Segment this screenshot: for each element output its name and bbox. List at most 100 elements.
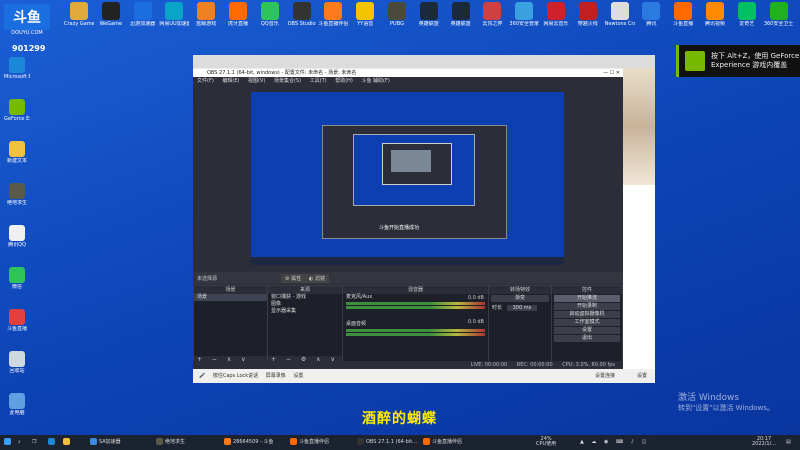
gamebar-settings-option[interactable]: 设置: [293, 373, 303, 379]
anime-image: [622, 68, 655, 185]
desktop-shortcut[interactable]: 英雄联盟: [446, 2, 476, 27]
menu-edit[interactable]: 编辑(E): [222, 78, 239, 84]
mixer-level: 0.0 dB: [467, 319, 484, 325]
source-item[interactable]: 图像: [268, 301, 342, 308]
menu-scene-collection[interactable]: 场景集合(S): [274, 78, 301, 84]
app-icon: [610, 2, 629, 20]
desktop: 斗鱼 DOUYU.COM 901299 Crazy Game WeGame 迅游加速…: [0, 0, 800, 435]
desktop-shortcut[interactable]: 新建文本: [4, 141, 30, 164]
desktop-shortcut[interactable]: YY语音: [350, 2, 380, 27]
explorer-taskbar-icon[interactable]: [63, 437, 72, 448]
obs-preview[interactable]: 斗鱼开始直播成功: [251, 92, 564, 265]
source-item[interactable]: 窗口捕获 - 游戏: [268, 294, 342, 301]
connect-settings[interactable]: 设置连接: [595, 369, 615, 383]
menu-douyu[interactable]: 斗鱼 辅助(F): [361, 78, 389, 84]
scenes-dock: 场景 场景 + − ∧ ∨: [193, 285, 268, 365]
start-recording-button[interactable]: 开始录制: [554, 303, 620, 310]
desktop-shortcut[interactable]: 虎牙直播: [223, 2, 253, 27]
nvidia-overlay-toast[interactable]: 按下 Alt+Z，使用 GeForce Experience 游戏内覆盖: [676, 45, 800, 77]
virtual-camera-button[interactable]: 启动虚拟摄像机: [554, 311, 620, 318]
screen-record-option[interactable]: 屏幕录像: [266, 373, 286, 379]
menu-file[interactable]: 文件(F): [197, 78, 214, 84]
desktop-shortcut[interactable]: WeGame: [96, 2, 126, 27]
desktop-shortcut[interactable]: 腾讯QQ: [4, 225, 30, 248]
filters-button[interactable]: ◐ 滤镜: [305, 274, 329, 283]
app-icon: [9, 351, 25, 367]
properties-button[interactable]: ⚙ 属性: [281, 274, 306, 283]
tray-icons[interactable]: ▲ ☁ ◉ ⌨ ♪ ◫: [580, 437, 649, 448]
desktop-shortcut[interactable]: 斗鱼直播: [4, 309, 30, 332]
desktop-shortcut[interactable]: 回收站: [4, 351, 30, 374]
menu-help[interactable]: 帮助(H): [335, 78, 353, 84]
obs-window[interactable]: OBS 27.1.1 (64-bit, windows) - 配置文件: 未命名…: [193, 69, 623, 369]
shortcut-label: QQ音乐: [260, 21, 279, 27]
desktop-shortcut[interactable]: 云顶之弈: [477, 2, 507, 27]
no-source-label: 未选择源: [197, 276, 218, 282]
obs-titlebar[interactable]: OBS 27.1.1 (64-bit, windows) - 配置文件: 未命名…: [193, 69, 623, 77]
desktop-shortcut[interactable]: Newtons Cradle: [605, 2, 635, 27]
scene-item[interactable]: 场景: [194, 294, 267, 301]
desktop-shortcut[interactable]: 迅游加速器: [128, 2, 158, 27]
duration-input[interactable]: 300 ms: [506, 305, 538, 311]
task-view-icon[interactable]: ❐: [32, 437, 36, 448]
desktop-shortcut[interactable]: Microsoft Edge: [4, 57, 30, 80]
exit-button[interactable]: 退出: [554, 335, 620, 342]
taskbar-item[interactable]: 28664509 - 斗鱼: [224, 437, 273, 448]
transitions-header: 转场特效: [489, 286, 551, 294]
desktop-shortcut[interactable]: 英雄联盟: [414, 2, 444, 27]
voice-icon[interactable]: 🎤: [199, 373, 205, 379]
clock[interactable]: 20:17 2022/1/...: [752, 437, 776, 448]
settings-button[interactable]: 设置: [554, 327, 620, 334]
desktop-shortcut[interactable]: 斗鱼直播伴侣: [318, 2, 348, 27]
menu-tools[interactable]: 工具(T): [310, 78, 327, 84]
browser-tab-strip[interactable]: [193, 55, 655, 68]
desktop-shortcut[interactable]: 此电脑: [4, 393, 30, 416]
edge-taskbar-icon[interactable]: [48, 437, 57, 448]
game-voice-bar: 🎤 按住Caps Lock说话 屏幕录像 设置 设置连接 设置: [193, 369, 655, 383]
transition-select[interactable]: 渐变: [491, 295, 549, 302]
desktop-shortcut[interactable]: 腾讯视频: [700, 2, 730, 27]
desktop-shortcut[interactable]: Crazy Game: [64, 2, 94, 27]
source-item[interactable]: 显示器采集: [268, 308, 342, 315]
taskbar-item[interactable]: SA加速器: [90, 437, 121, 448]
taskbar-item[interactable]: 斗鱼直播伴侣: [423, 437, 462, 448]
desktop-shortcut[interactable]: 爱奇艺: [732, 2, 762, 27]
app-icon: [9, 225, 25, 241]
preview-taskbar: [251, 257, 564, 265]
desktop-shortcut[interactable]: 斗鱼直播: [668, 2, 698, 27]
source-toolbar: 未选择源 ⚙ 属性 ◐ 滤镜: [193, 272, 623, 284]
desktop-shortcut[interactable]: 微信: [4, 267, 30, 290]
desktop-shortcut[interactable]: 网易UU加速器: [159, 2, 189, 27]
desktop-shortcut[interactable]: 网易云音乐: [541, 2, 571, 27]
desktop-shortcut[interactable]: QQ音乐: [255, 2, 285, 27]
studio-mode-button[interactable]: 工作室模式: [554, 319, 620, 326]
notification-icon[interactable]: ▤: [786, 437, 791, 448]
desktop-shortcut[interactable]: 绝地求生: [4, 183, 30, 206]
sources-dock: 来源 窗口捕获 - 游戏 图像 显示器采集 + − ⚙ ∧ ∨: [267, 285, 343, 365]
taskbar-item[interactable]: 绝地求生: [156, 437, 185, 448]
shortcut-label: 云顶之弈: [482, 21, 503, 27]
taskbar: ⌕ ❐ SA加速器 绝地求生 28664509 - 斗鱼 斗鱼直播伴侣 OBS …: [0, 435, 800, 450]
desktop-shortcut[interactable]: 穿越火线: [573, 2, 603, 27]
desktop-shortcut[interactable]: OBS Studio: [287, 2, 317, 27]
shortcut-label: 斗鱼直播: [6, 326, 27, 332]
desktop-shortcut[interactable]: PUBG: [382, 2, 412, 27]
app-icon: [9, 309, 25, 325]
gamebar-settings[interactable]: 设置: [637, 369, 647, 383]
menu-view[interactable]: 视图(V): [248, 78, 265, 84]
desktop-shortcut[interactable]: 360安全卫士: [764, 2, 794, 27]
search-icon[interactable]: ⌕: [18, 437, 21, 448]
shortcut-label: 腾讯: [646, 21, 657, 27]
desktop-shortcut[interactable]: GeForce Experience: [4, 99, 30, 122]
capslock-talk-option[interactable]: 按住Caps Lock说话: [213, 373, 258, 379]
desktop-shortcut[interactable]: 腾讯: [636, 2, 666, 27]
window-controls[interactable]: — ☐ ✕: [603, 69, 620, 77]
taskbar-item[interactable]: 斗鱼直播伴侣: [290, 437, 329, 448]
taskbar-item[interactable]: OBS 27.1.1 (64-bit...: [357, 437, 417, 448]
windows-activation-watermark: 激活 Windows 转到"设置"以激活 Windows。: [678, 393, 774, 413]
desktop-shortcut[interactable]: 360安全管家: [509, 2, 539, 27]
start-streaming-button[interactable]: 开始推流: [554, 295, 620, 302]
desktop-shortcut[interactable]: 蓝鲸游戏: [191, 2, 221, 27]
nested-obs-window-2: [382, 143, 452, 185]
start-button[interactable]: [4, 437, 13, 448]
